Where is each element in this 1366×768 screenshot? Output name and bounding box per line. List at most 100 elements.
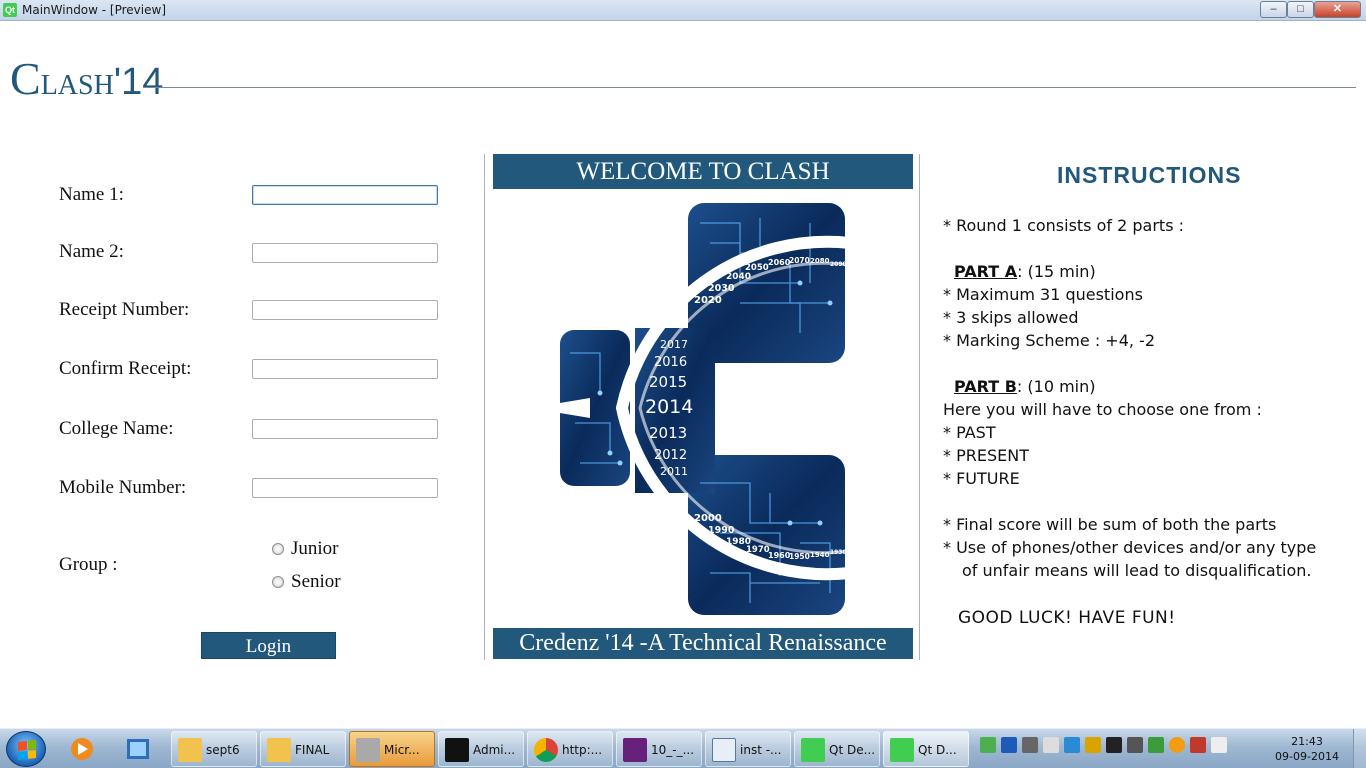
year-label: 2000	[694, 513, 722, 524]
taskbar-item-label: sept6	[206, 743, 240, 757]
mobile-number-label: Mobile Number:	[59, 477, 187, 498]
mobile-number-input[interactable]	[252, 478, 438, 498]
taskbar-item-label: Micr...	[384, 743, 420, 757]
year-label: 1960	[768, 551, 791, 560]
taskbar-item-label: Qt De...	[829, 743, 876, 757]
part-a-label: PART A	[954, 262, 1018, 281]
year-label: 2017	[660, 338, 688, 351]
system-tray	[980, 737, 1227, 753]
network-icon[interactable]	[1085, 737, 1101, 753]
taskbar-item-label: 10_-_...	[651, 743, 695, 757]
year-label: 1950	[789, 552, 810, 561]
video-editor-icon	[127, 739, 149, 759]
window-title: MainWindow - [Preview]	[22, 3, 166, 17]
part-a-item: * Marking Scheme : +4, -2	[943, 331, 1156, 350]
junior-radio-label: Junior	[291, 538, 339, 559]
college-name-input[interactable]	[252, 419, 438, 439]
monitor-icon[interactable]	[1127, 737, 1143, 753]
taskbar-item-label: Qt D...	[918, 743, 957, 757]
media-player-pin[interactable]	[62, 733, 102, 765]
instruction-final-score: * Final score will be sum of both the pa…	[943, 515, 1277, 534]
group-label: Group :	[59, 554, 118, 575]
system-clock[interactable]: 21:43 09-09-2014	[1272, 734, 1342, 764]
college-name-label: College Name:	[59, 418, 174, 439]
instruction-phones-cont: of unfair means will lead to disqualific…	[962, 561, 1312, 580]
login-button[interactable]: Login	[201, 632, 336, 659]
part-b-heading: PART B: (10 min)	[954, 377, 1096, 396]
part-a-item: * 3 skips allowed	[943, 308, 1079, 327]
confirm-receipt-input[interactable]	[252, 359, 438, 379]
chrome-icon	[534, 738, 558, 762]
qt-app-icon: Qt	[3, 3, 17, 17]
taskbar-item[interactable]: Micr...	[349, 731, 435, 767]
header-divider	[143, 87, 1356, 88]
year-label: 2050	[745, 263, 769, 273]
show-desktop-button[interactable]	[1353, 729, 1366, 768]
update-icon[interactable]	[1148, 737, 1164, 753]
year-label: 2090	[830, 261, 847, 268]
part-a-time: : (15 min)	[1017, 262, 1096, 281]
taskbar-item-label: Admi...	[473, 743, 516, 757]
media-player-icon	[71, 738, 93, 760]
welcome-banner: WELCOME TO CLASH	[493, 154, 913, 189]
security-icon[interactable]	[980, 737, 996, 753]
taskbar-item[interactable]: Admi...	[438, 731, 524, 767]
hardware-icon[interactable]	[1106, 737, 1122, 753]
action-center-flag-icon[interactable]	[1211, 737, 1227, 753]
app-tray-icon[interactable]	[1169, 737, 1185, 753]
taskbar-item[interactable]: Qt D...	[883, 731, 969, 767]
taskbar-item[interactable]: 10_-_...	[616, 731, 702, 767]
year-label: 1970	[746, 545, 770, 555]
name2-input[interactable]	[252, 243, 438, 263]
clock-time: 21:43	[1291, 735, 1323, 748]
taskbar-item[interactable]: sept6	[171, 731, 257, 767]
logo-word: LASH	[40, 70, 114, 101]
taskbar-item[interactable]: Qt De...	[794, 731, 880, 767]
name1-input[interactable]	[252, 185, 438, 205]
part-b-time: : (10 min)	[1016, 377, 1096, 396]
start-button[interactable]	[6, 731, 46, 767]
year-label: 1940	[810, 551, 830, 559]
senior-radio-label: Senior	[291, 571, 341, 592]
taskbar-item-label: http:...	[562, 743, 603, 757]
window-title-bar: Qt MainWindow - [Preview] – □ ✕	[0, 0, 1366, 21]
bluetooth-icon[interactable]	[1001, 737, 1017, 753]
maximize-button[interactable]: □	[1287, 1, 1314, 18]
clash-logo: CLASH'14	[10, 52, 163, 105]
year-label: 2020	[694, 295, 722, 306]
display-icon[interactable]	[1064, 737, 1080, 753]
folder-icon	[178, 738, 202, 762]
tools-icon[interactable]	[1190, 737, 1206, 753]
left-divider	[484, 154, 485, 660]
volume-icon[interactable]	[1043, 737, 1059, 753]
senior-radio-button[interactable]	[272, 576, 284, 588]
part-b-item: * PRESENT	[943, 446, 1029, 465]
senior-radio-option[interactable]: Senior	[272, 571, 341, 593]
part-b-item: * FUTURE	[943, 469, 1020, 488]
taskbar-item-label: inst -...	[740, 743, 782, 757]
receipt-number-input[interactable]	[252, 300, 438, 320]
year-label: 2030	[708, 283, 735, 294]
part-a-heading: PART A: (15 min)	[954, 262, 1096, 281]
instruction-round: * Round 1 consists of 2 parts :	[943, 216, 1184, 235]
minimize-button[interactable]: –	[1260, 1, 1287, 18]
taskbar: sept6 FINAL Micr... Admi... http:... 10_…	[0, 728, 1366, 768]
junior-radio-button[interactable]	[272, 543, 284, 555]
year-label: 2080	[810, 257, 830, 265]
part-b-intro: Here you will have to choose one from :	[943, 400, 1262, 419]
year-label: 2015	[649, 373, 687, 391]
year-label: 2013	[649, 424, 687, 442]
year-label: 1930	[830, 549, 847, 556]
junior-radio-option[interactable]: Junior	[272, 538, 339, 560]
taskbar-item[interactable]: FINAL	[260, 731, 346, 767]
right-divider	[919, 154, 920, 660]
taskbar-item[interactable]: inst -...	[705, 731, 791, 767]
windows-logo-icon	[18, 740, 36, 760]
taskbar-item[interactable]: http:...	[527, 731, 613, 767]
taskbar-item-label: FINAL	[295, 743, 330, 757]
year-label: 2070	[789, 256, 810, 265]
usb-icon[interactable]	[1022, 737, 1038, 753]
close-button[interactable]: ✕	[1314, 1, 1361, 18]
video-editor-pin[interactable]	[118, 733, 158, 765]
part-a-item: * Maximum 31 questions	[943, 285, 1143, 304]
